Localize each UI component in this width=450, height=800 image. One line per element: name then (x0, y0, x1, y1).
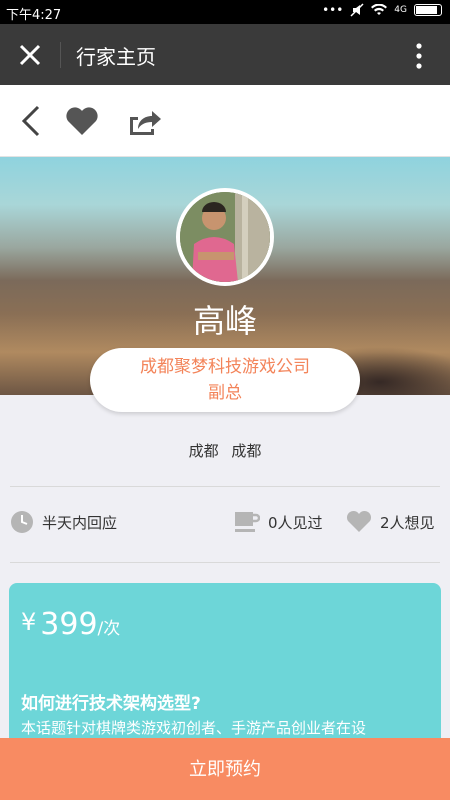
currency-symbol: ¥ (21, 608, 37, 636)
met-stat: 0人见过 (234, 510, 323, 534)
more-dots-icon: ••• (322, 3, 344, 17)
response-stat: 半天内回应 (10, 510, 117, 534)
app-root: 下午4:27 ••• 4G 行家主页 高峰 成都聚梦科技游戏公司 副总 成都 成… (0, 0, 450, 800)
price-unit: /次 (97, 619, 121, 639)
city-secondary: 成都 (231, 442, 262, 460)
share-icon[interactable] (124, 101, 164, 141)
coffee-cup-icon (235, 512, 260, 532)
want-count: 2人想见 (380, 513, 435, 532)
topic-price: ¥399/次 (21, 607, 120, 642)
met-count: 0人见过 (268, 513, 323, 532)
clock-icon (11, 511, 33, 533)
response-label: 半天内回应 (42, 513, 118, 532)
heart-icon[interactable] (62, 101, 102, 141)
mute-icon (350, 3, 364, 17)
appbar-divider (60, 42, 61, 68)
job-position: 副总 (208, 383, 242, 403)
want-stat: 2人想见 (346, 510, 435, 534)
more-vertical-icon[interactable] (416, 42, 422, 70)
divider-bottom (10, 562, 440, 563)
app-bar: 行家主页 (0, 24, 450, 85)
status-icons: ••• 4G (322, 3, 442, 17)
topic-title: 如何进行技术架构选型? (21, 694, 201, 714)
topic-card[interactable]: ¥399/次 如何进行技术架构选型? 本话题针对棋牌类游戏初创者、手游产品创业者… (9, 583, 441, 753)
page-title: 行家主页 (76, 45, 156, 69)
price-value: 399 (40, 607, 98, 642)
network-label: 4G (394, 5, 407, 15)
avatar[interactable] (176, 188, 274, 286)
avatar-photo-icon (180, 192, 270, 282)
topic-description: 本话题针对棋牌类游戏初创者、手游产品创业者在设 (21, 719, 367, 737)
back-arrow-icon[interactable] (12, 101, 52, 141)
city-primary: 成都 (188, 442, 219, 460)
book-now-button[interactable]: 立即预约 (0, 738, 450, 800)
status-time: 下午4:27 (6, 8, 62, 23)
company-name: 成都聚梦科技游戏公司 (140, 357, 310, 377)
heart-outline-icon (346, 510, 372, 532)
location: 成都 成都 (0, 440, 450, 461)
divider-top (10, 486, 440, 487)
status-bar: 下午4:27 ••• 4G (0, 0, 450, 24)
wifi-icon (371, 4, 388, 15)
company-badge: 成都聚梦科技游戏公司 副总 (90, 348, 360, 412)
battery-icon (414, 4, 442, 16)
stats-row: 半天内回应 0人见过 2人想见 (0, 506, 450, 540)
close-icon[interactable] (16, 41, 44, 69)
expert-name: 高峰 (192, 302, 257, 340)
action-toolbar (0, 85, 450, 157)
